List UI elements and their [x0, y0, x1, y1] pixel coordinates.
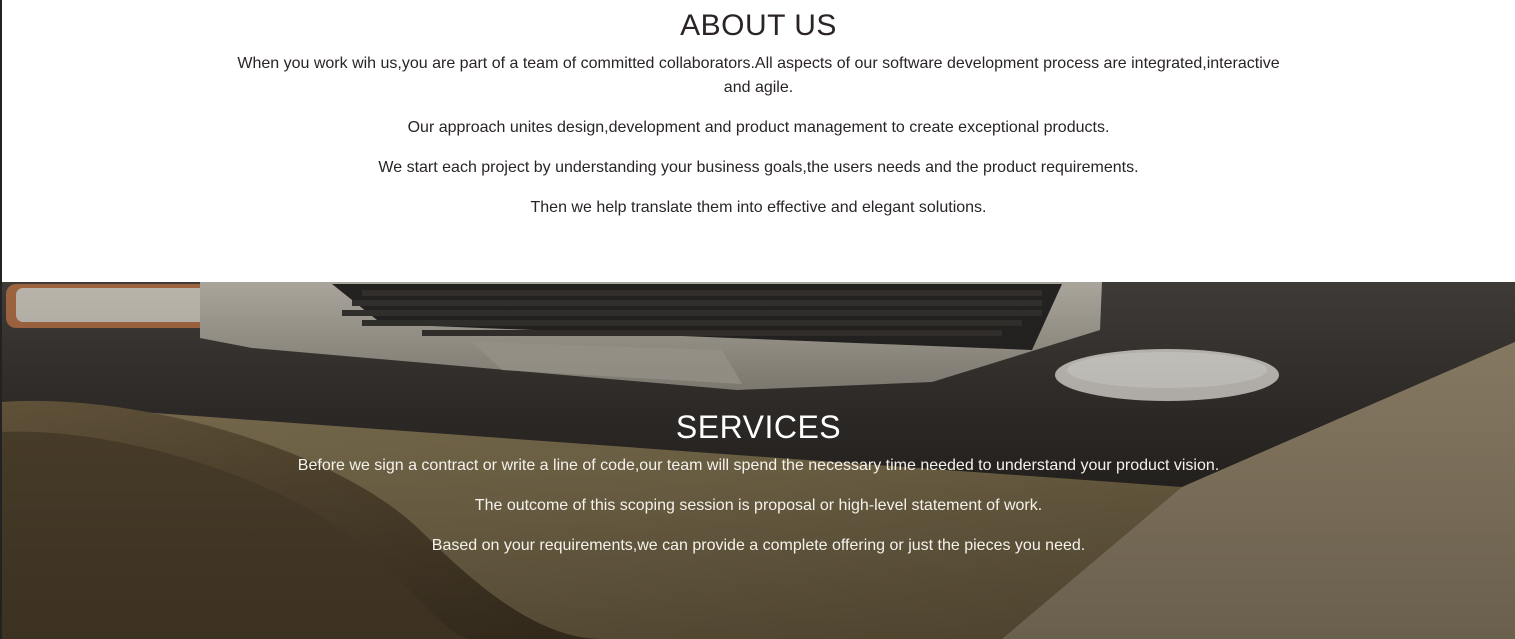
about-section: ABOUT US When you work wih us,you are pa… — [2, 0, 1515, 282]
about-title: ABOUT US — [680, 9, 837, 42]
about-paragraph: We start each project by understanding y… — [378, 159, 1139, 176]
page: ABOUT US When you work wih us,you are pa… — [0, 0, 1515, 639]
services-paragraph: The outcome of this scoping session is p… — [474, 497, 1043, 514]
services-section: SERVICES Before we sign a contract or wr… — [2, 282, 1515, 639]
services-title: SERVICES — [675, 409, 842, 445]
services-paragraph: Based on your requirements,we can provid… — [431, 537, 1086, 554]
about-paragraph: Then we help translate them into effecti… — [530, 199, 987, 216]
services-paragraph: Before we sign a contract or write a lin… — [297, 457, 1220, 474]
about-paragraph: Our approach unites design,development a… — [407, 119, 1110, 136]
about-paragraph: When you work wih us,you are part of a t… — [237, 55, 1280, 96]
